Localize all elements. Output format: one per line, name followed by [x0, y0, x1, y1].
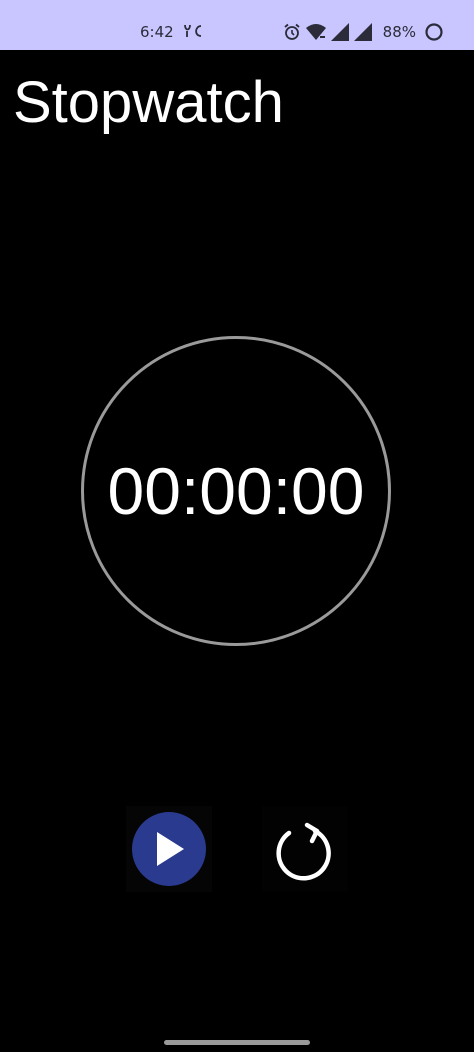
play-button[interactable]: [126, 806, 212, 892]
status-icons: 88%: [283, 21, 444, 43]
play-icon: [157, 832, 184, 866]
timer-dial: 00:00:00: [81, 336, 391, 646]
timer-readout: 00:00:00: [107, 454, 365, 528]
battery-icon: [425, 23, 443, 41]
reset-button[interactable]: [262, 806, 348, 892]
status-time: 6:42: [140, 23, 174, 41]
status-bar: 6:42 88%: [0, 0, 474, 50]
battery-percent: 88%: [382, 23, 416, 41]
wifi-icon: [305, 24, 326, 40]
alarm-icon: [284, 23, 300, 40]
gesture-bar[interactable]: [164, 1040, 310, 1045]
notification-icon: [184, 24, 202, 37]
stopwatch-screen: 6:42 88% Stopwatch 00:00:00: [0, 0, 474, 1052]
reset-icon: [276, 822, 331, 881]
page-title: Stopwatch: [13, 70, 284, 135]
play-button-circle: [132, 812, 206, 886]
signal-icon: [353, 23, 372, 41]
signal-icon: [330, 23, 349, 41]
